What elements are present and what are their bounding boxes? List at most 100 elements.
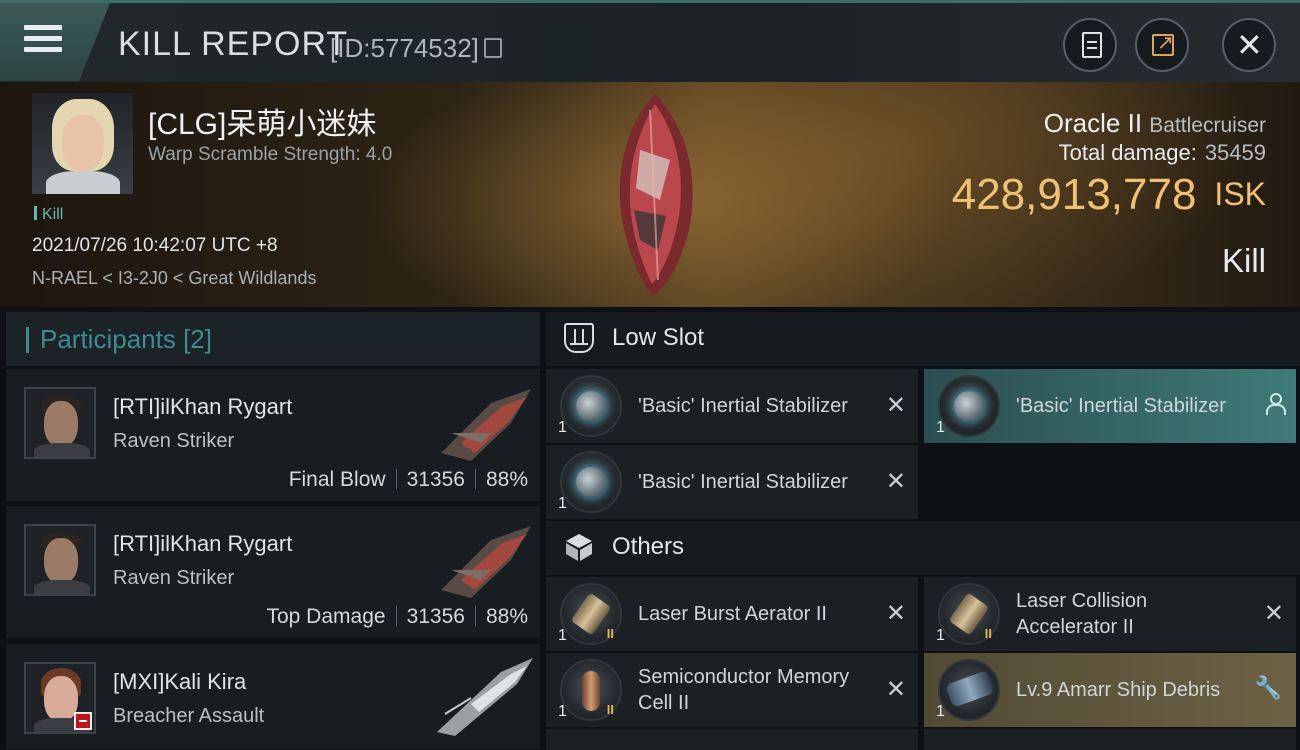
item-quantity: 1 [558, 495, 567, 512]
victim-ship-image[interactable] [600, 90, 710, 300]
inertial-stabilizer-icon [560, 451, 622, 513]
close-button[interactable]: ✕ [1222, 18, 1276, 72]
fitting-item[interactable]: 1 'Basic' Inertial Stabilizer ✕ [546, 369, 918, 443]
others-header: Others [546, 521, 1300, 575]
participant-role: Top Damage [266, 605, 386, 628]
fitting-item[interactable] [924, 729, 1296, 750]
item-name: 'Basic' Inertial Stabilizer [638, 395, 848, 417]
total-damage-value: 35459 [1204, 140, 1266, 165]
ship-class-text: Battlecruiser [1149, 114, 1266, 137]
participant-ship-image [441, 526, 531, 598]
destroyed-icon: ✕ [885, 676, 906, 703]
low-slot-title: Low Slot [612, 324, 705, 351]
fitting-item[interactable] [546, 729, 918, 750]
participant-damage: 31356 [406, 468, 465, 491]
close-icon: ✕ [1236, 27, 1263, 63]
laser-module-icon: II [938, 583, 1000, 645]
share-button[interactable] [1135, 18, 1189, 72]
share-icon [1152, 30, 1174, 56]
item-name: Semiconductor Memory Cell II [638, 666, 850, 714]
menu-icon[interactable] [24, 25, 62, 55]
participant-ship: Raven Striker [113, 567, 235, 589]
report-id: [ID:5774532] [330, 33, 479, 63]
fitting-item[interactable]: 1 'Basic' Inertial Stabilizer [924, 369, 1296, 443]
document-button[interactable] [1063, 18, 1117, 72]
destroyed-icon: ✕ [1263, 600, 1284, 627]
kill-type: Kill [1221, 242, 1266, 279]
menu-tab[interactable] [0, 3, 110, 81]
fitting-item[interactable]: 1 'Basic' Inertial Stabilizer ✕ [546, 445, 918, 519]
ship-debris-icon [938, 659, 1000, 721]
document-icon [1082, 32, 1102, 58]
participants-header: Participants [2] [6, 312, 540, 366]
item-quantity: 1 [558, 703, 567, 720]
total-damage: Total damage: 35459 [1059, 140, 1266, 166]
participant-role: Final Blow [288, 468, 386, 491]
page-title: KILL REPORT [118, 25, 349, 63]
participant-percent: 88% [485, 468, 528, 491]
item-quantity: 1 [936, 419, 945, 436]
destroyed-icon: ✕ [885, 600, 906, 627]
person-icon [1266, 393, 1286, 415]
low-slot-icon [564, 323, 594, 353]
participant-stats: Top Damage 31356 88% [266, 605, 528, 629]
kill-datetime: 2021/07/26 10:42:07 UTC +8 [32, 235, 278, 256]
low-slot-header: Low Slot [546, 312, 1300, 366]
participant-avatar[interactable] [24, 387, 96, 459]
participant-row[interactable]: [RTI]ilKhan Rygart Raven Striker Top Dam… [6, 506, 540, 639]
item-name: 'Basic' Inertial Stabilizer [638, 471, 848, 493]
destroyed-icon: ✕ [885, 392, 906, 419]
kill-location: N-RAEL < I3-2J0 < Great Wildlands [32, 268, 317, 288]
participant-name: [RTI]ilKhan Rygart [113, 394, 293, 419]
item-name: Lv.9 Amarr Ship Debris [1016, 679, 1221, 701]
participant-damage: 31356 [406, 605, 465, 628]
wrench-icon: 🔧 [1254, 675, 1282, 700]
destroyed-icon: ✕ [885, 468, 906, 495]
item-quantity: 1 [936, 627, 945, 644]
participant-avatar[interactable] [24, 524, 96, 596]
isk-amount: 428,913,778 [951, 170, 1197, 219]
participant-avatar[interactable] [24, 662, 96, 734]
hostile-badge-icon [74, 712, 92, 730]
kill-tag: Kill [34, 206, 63, 224]
ship-name-text: Oracle II [1043, 108, 1143, 138]
item-name: 'Basic' Inertial Stabilizer [1016, 395, 1226, 417]
participants-title: Participants [2] [26, 324, 212, 355]
copy-icon[interactable] [484, 38, 502, 58]
others-title: Others [612, 533, 685, 560]
item-quantity: 1 [558, 419, 567, 436]
inertial-stabilizer-icon [938, 375, 1000, 437]
item-quantity: 1 [558, 627, 567, 644]
participant-row[interactable]: [MXI]Kali Kira Breacher Assault [6, 644, 540, 750]
isk-value: 428,913,778 ISK [952, 170, 1266, 220]
item-name: Laser Burst Aerator II [638, 603, 827, 625]
tier-badge: II [606, 702, 614, 717]
item-name: Laser Collision Accelerator II [1016, 590, 1148, 638]
victim-panel: [CLG]呆萌小迷妹 Warp Scramble Strength: 4.0 K… [0, 82, 1300, 307]
fitting-item[interactable]: II 1 Semiconductor Memory Cell II ✕ [546, 653, 918, 727]
participant-ship-image [437, 658, 533, 736]
victim-ship-name: Oracle II Battlecruiser [1044, 108, 1266, 139]
fitting-item[interactable]: II 1 Laser Burst Aerator II ✕ [546, 577, 918, 651]
inertial-stabilizer-icon [560, 375, 622, 437]
cube-icon [566, 534, 592, 561]
item-quantity: 1 [936, 703, 945, 720]
isk-currency: ISK [1214, 176, 1266, 212]
victim-name: [CLG]呆萌小迷妹 [148, 108, 377, 141]
participant-stats: Final Blow 31356 88% [289, 468, 528, 492]
participant-ship: Raven Striker [113, 430, 235, 452]
tier-badge: II [606, 626, 614, 641]
participant-row[interactable]: [RTI]ilKhan Rygart Raven Striker Final B… [6, 369, 540, 502]
fitting-item[interactable]: 1 Lv.9 Amarr Ship Debris 🔧 [924, 653, 1296, 727]
memory-cell-icon: II [560, 659, 622, 721]
total-damage-label: Total damage: [1058, 140, 1197, 165]
participant-name: [MXI]Kali Kira [113, 669, 247, 694]
victim-portrait[interactable] [32, 93, 133, 194]
fitting-item[interactable]: II 1 Laser Collision Accelerator II ✕ [924, 577, 1296, 651]
participant-ship-image [441, 389, 531, 461]
participant-ship: Breacher Assault [113, 705, 265, 727]
warp-scramble-strength: Warp Scramble Strength: 4.0 [148, 144, 393, 165]
laser-module-icon: II [560, 583, 622, 645]
participant-percent: 88% [485, 605, 528, 628]
top-bar: KILL REPORT [ID:5774532] ✕ [0, 0, 1300, 82]
